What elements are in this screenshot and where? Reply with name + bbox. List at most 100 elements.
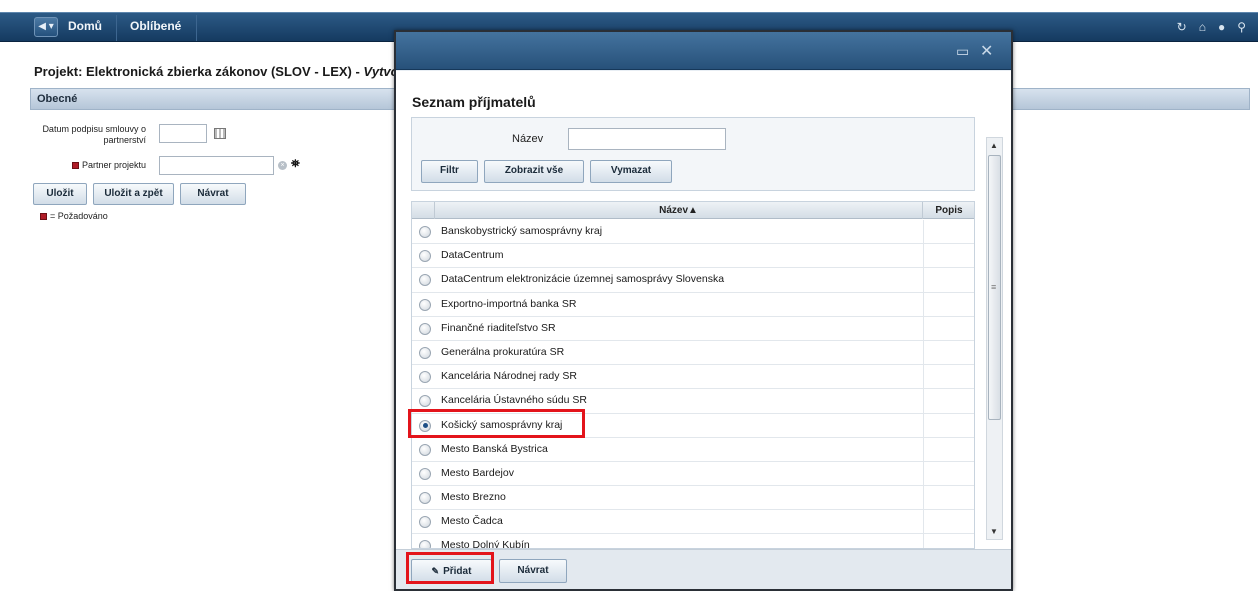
row-name: Mesto Čadca <box>441 515 503 528</box>
return-button[interactable]: Návrat <box>180 183 246 205</box>
row-divider <box>923 437 924 461</box>
table-row[interactable]: Mesto Bardejov <box>412 461 974 487</box>
table-row[interactable]: Kancelária Národnej rady SR <box>412 365 974 390</box>
row-name: Mesto Bardejov <box>441 466 514 479</box>
table-row[interactable]: Banskobystrický samosprávny kraj <box>412 220 974 245</box>
table-row[interactable]: Mesto Dolný Kubín <box>412 534 974 549</box>
required-legend: = Požadováno <box>40 211 108 221</box>
row-divider <box>923 268 924 292</box>
grid-rows: Banskobystrický samosprávny kraj DataCen… <box>412 220 974 549</box>
binoculars-icon[interactable]: ⛯ <box>291 158 300 171</box>
table-row[interactable]: DataCentrum elektronizácie územnej samos… <box>412 268 974 293</box>
refresh-icon[interactable]: ↻ <box>1177 19 1187 35</box>
modal-title: Seznam příjmatelů <box>412 94 536 110</box>
filter-button[interactable]: Filtr <box>421 160 478 183</box>
grid-header: Název▲ Popis <box>412 202 974 219</box>
close-icon[interactable]: ✕ <box>980 41 993 61</box>
section-title: Obecné <box>37 93 78 105</box>
partner-input[interactable] <box>159 156 274 175</box>
row-radio[interactable] <box>419 322 431 335</box>
save-button[interactable]: Uložit <box>33 183 87 205</box>
highlight-add-button <box>406 552 494 584</box>
modal-scrollbar[interactable]: ▲ ≡ ▼ <box>986 137 1003 540</box>
required-icon <box>71 162 79 169</box>
row-divider <box>923 365 924 389</box>
filter-name-input[interactable] <box>568 128 726 150</box>
row-name: Generálna prokuratúra SR <box>441 345 565 358</box>
recipients-grid: Název▲ Popis Banskobystrický samosprávny… <box>411 201 975 549</box>
back-button[interactable]: ◀ ▾ <box>34 17 58 37</box>
row-name: Mesto Banská Bystrica <box>441 442 548 455</box>
nav-item-favorites[interactable]: Oblíbené <box>130 19 181 33</box>
scrollbar-thumb[interactable]: ≡ <box>988 155 1001 420</box>
table-row[interactable]: Exportno-importná banka SR <box>412 292 974 317</box>
show-all-button[interactable]: Zobrazit vše <box>484 160 584 183</box>
nav-divider <box>196 15 197 41</box>
page-title-main: Projekt: Elektronická zbierka zákonov (S… <box>34 64 364 79</box>
home-icon[interactable]: ⌂ <box>1199 19 1206 35</box>
nav-item-home[interactable]: Domů <box>68 19 102 33</box>
row-name: DataCentrum elektronizácie územnej samos… <box>441 273 725 286</box>
row-name: Exportno-importná banka SR <box>441 297 577 310</box>
modal-titlebar: ▭ ✕ <box>396 32 1011 70</box>
modal-return-button[interactable]: Návrat <box>499 559 567 583</box>
page-title: Projekt: Elektronická zbierka zákonov (S… <box>34 64 407 79</box>
clear-icon[interactable]: × <box>278 161 287 170</box>
row-divider <box>923 510 924 534</box>
row-radio[interactable] <box>419 516 431 529</box>
date-signed-input[interactable] <box>159 124 207 143</box>
settings-icon[interactable]: ● <box>1218 19 1225 35</box>
row-radio[interactable] <box>419 395 431 408</box>
partner-label: Partner projektu <box>40 160 146 171</box>
row-divider <box>923 340 924 365</box>
clear-button[interactable]: Vymazat <box>590 160 672 183</box>
save-and-back-button[interactable]: Uložit a zpět <box>93 183 174 205</box>
grip-icon: ≡ <box>991 282 997 292</box>
filter-name-label: Název <box>512 133 544 145</box>
row-name: Kancelária Ústavného súdu SR <box>441 394 587 407</box>
row-name: Mesto Brezno <box>441 491 506 504</box>
date-signed-label: Datum podpisu smlouvy o partnerství <box>42 124 146 145</box>
row-radio[interactable] <box>419 540 431 548</box>
row-name: Mesto Dolný Kubín <box>441 539 530 549</box>
row-radio[interactable] <box>419 467 431 480</box>
row-radio[interactable] <box>419 371 431 384</box>
row-radio[interactable] <box>419 298 431 311</box>
row-name: Kancelária Národnej rady SR <box>441 370 577 383</box>
scroll-up-icon[interactable]: ▲ <box>990 141 998 150</box>
nav-icon-group: ↻ ⌂ ● ⚲ <box>1177 19 1246 35</box>
search-icon[interactable]: ⚲ <box>1237 19 1246 35</box>
row-radio[interactable] <box>419 346 431 359</box>
row-name: DataCentrum <box>441 249 504 262</box>
calendar-icon[interactable] <box>214 128 226 139</box>
maximize-icon[interactable]: ▭ <box>956 43 969 60</box>
recipients-modal: ▭ ✕ Seznam příjmatelů Název Filtr Zobraz… <box>394 30 1013 591</box>
column-header-description[interactable]: Popis <box>924 202 974 219</box>
row-radio[interactable] <box>419 443 431 456</box>
partner-label-text: Partner projektu <box>81 160 146 170</box>
highlight-selected-row <box>408 409 585 438</box>
row-name: Finančné riaditeľstvo SR <box>441 321 556 334</box>
table-row[interactable]: DataCentrum <box>412 244 974 269</box>
row-radio[interactable] <box>419 226 431 238</box>
row-divider <box>923 244 924 268</box>
modal-body: Seznam příjmatelů Název Filtr Zobrazit v… <box>396 71 1011 549</box>
row-divider <box>923 486 924 510</box>
table-row[interactable]: Mesto Čadca <box>412 510 974 535</box>
row-divider <box>923 461 924 486</box>
nav-divider <box>116 15 117 41</box>
table-row[interactable]: Finančné riaditeľstvo SR <box>412 316 974 341</box>
row-radio[interactable] <box>419 250 431 263</box>
row-name: Banskobystrický samosprávny kraj <box>441 225 603 237</box>
legend-text: = Požadováno <box>50 211 108 221</box>
column-header-name[interactable]: Název▲ <box>434 202 923 219</box>
filter-panel: Název Filtr Zobrazit vše Vymazat <box>411 117 975 191</box>
table-row[interactable]: Mesto Banská Bystrica <box>412 437 974 462</box>
row-radio[interactable] <box>419 492 431 505</box>
table-row[interactable]: Mesto Brezno <box>412 486 974 511</box>
scroll-down-icon[interactable]: ▼ <box>990 527 998 536</box>
row-divider <box>923 292 924 316</box>
required-icon <box>40 213 47 220</box>
row-radio[interactable] <box>419 274 431 287</box>
table-row[interactable]: Generálna prokuratúra SR <box>412 340 974 366</box>
